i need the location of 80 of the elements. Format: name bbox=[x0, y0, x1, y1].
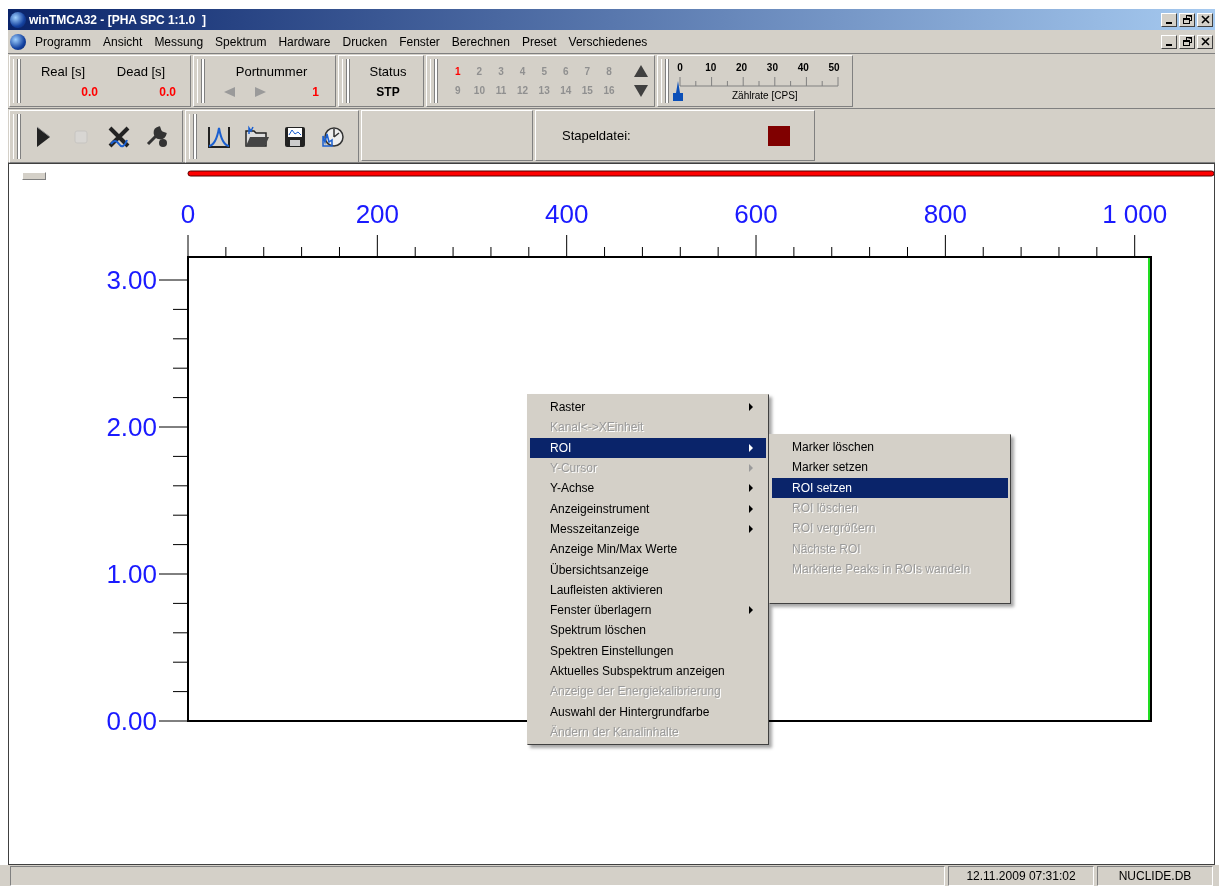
context-menu-item[interactable]: Auswahl der Hintergrundfarbe bbox=[530, 701, 766, 722]
submenu-item[interactable]: Marker setzen bbox=[772, 457, 1008, 478]
minimize-icon bbox=[1166, 43, 1172, 46]
document-icon bbox=[10, 33, 26, 50]
x-axis-label: 400 bbox=[545, 199, 589, 229]
port-number: 1 bbox=[312, 84, 319, 99]
gauge-scale-label: 20 bbox=[735, 62, 749, 73]
submenu-item[interactable]: ROI setzen bbox=[772, 477, 1008, 498]
x-axis-label: 0 bbox=[180, 199, 196, 229]
context-menu-item[interactable]: Aktuelles Subspektrum anzeigen bbox=[530, 660, 766, 682]
context-menu-item[interactable]: Laufleisten aktivieren bbox=[530, 579, 766, 600]
dead-time-label: Dead [s] bbox=[116, 63, 166, 79]
context-menu-item[interactable]: Anzeige Min/Max Werte bbox=[530, 539, 766, 560]
grip-handle[interactable] bbox=[13, 59, 18, 103]
gauge-scale-label: 50 bbox=[827, 62, 841, 73]
grip-handle[interactable] bbox=[342, 59, 347, 103]
menu-item[interactable]: Messung bbox=[148, 34, 210, 49]
down-arrow-icon[interactable] bbox=[633, 85, 648, 97]
grip-handle[interactable] bbox=[13, 114, 18, 159]
context-menu-item[interactable]: Anzeigeinstrument bbox=[530, 498, 766, 519]
small-button[interactable] bbox=[22, 172, 46, 180]
minimize-button[interactable] bbox=[1161, 12, 1177, 27]
status-label: Status bbox=[369, 63, 407, 79]
submenu-item[interactable]: Marker löschen bbox=[772, 437, 1008, 458]
x-axis-label: 200 bbox=[355, 199, 400, 229]
grip-handle[interactable] bbox=[197, 59, 202, 103]
context-menu-item[interactable]: Raster bbox=[530, 397, 766, 418]
menu-item[interactable]: Ansicht bbox=[97, 34, 149, 49]
context-menu-item[interactable]: ROI bbox=[530, 437, 766, 458]
batch-file-label: Stapeldatei: bbox=[562, 128, 631, 143]
close-button[interactable] bbox=[1197, 12, 1213, 27]
menu-item[interactable]: Berechnen bbox=[445, 34, 516, 49]
context-menu-item[interactable]: Spektren Einstellungen bbox=[530, 640, 766, 661]
context-menu-item[interactable]: Fenster überlagern bbox=[530, 599, 766, 621]
status-value: STP bbox=[376, 84, 400, 99]
menu-item[interactable]: Fenster bbox=[393, 34, 446, 49]
gauge-scale-label: 10 bbox=[704, 62, 718, 73]
menu-item[interactable]: Spektrum bbox=[209, 34, 273, 49]
scroll-bar[interactable] bbox=[187, 170, 1214, 177]
restore-button[interactable] bbox=[1179, 34, 1195, 49]
x-axis-label: 1 000 bbox=[1102, 199, 1168, 229]
dead-time-value: 0.0 bbox=[159, 84, 177, 99]
context-menu-item[interactable]: Übersichtsanzeige bbox=[530, 559, 766, 580]
y-axis-label: 1.00 bbox=[106, 559, 157, 589]
status-text: NUCLIDE.DB bbox=[1097, 866, 1213, 886]
x-axis-label: 800 bbox=[923, 199, 968, 229]
app-icon bbox=[10, 11, 26, 28]
context-menu-item[interactable]: Messzeitanzeige bbox=[530, 518, 766, 540]
menu-item[interactable]: Drucken bbox=[336, 34, 394, 49]
menu-item[interactable]: Verschiedenes bbox=[562, 34, 654, 49]
grip-handle[interactable] bbox=[430, 59, 435, 103]
context-menu-item[interactable]: Y-Achse bbox=[530, 478, 766, 499]
context-menu-item[interactable]: Spektrum löschen bbox=[530, 620, 766, 641]
menu-item[interactable]: Preset bbox=[515, 34, 563, 49]
up-arrow-icon[interactable] bbox=[633, 65, 648, 77]
grip-handle[interactable] bbox=[189, 114, 194, 159]
gauge-label: Zählrate [CPS] bbox=[732, 90, 798, 101]
menu-item[interactable]: Hardware bbox=[272, 34, 337, 49]
y-axis-label: 2.00 bbox=[106, 412, 157, 442]
x-axis-label: 600 bbox=[734, 199, 778, 229]
grip-handle[interactable] bbox=[661, 59, 666, 103]
close-button[interactable] bbox=[1197, 34, 1213, 49]
real-time-label: Real [s] bbox=[40, 63, 86, 79]
wrench-icon bbox=[144, 123, 170, 150]
batch-indicator-icon bbox=[768, 125, 790, 146]
y-axis-label: 3.00 bbox=[106, 265, 157, 295]
port-label: Portnummer bbox=[235, 63, 308, 79]
status-text: 12.11.2009 07:31:02 bbox=[948, 866, 1094, 886]
gauge-scale-label: 30 bbox=[765, 62, 779, 73]
gauge-needle bbox=[672, 81, 684, 101]
real-time-value: 0.0 bbox=[81, 84, 99, 99]
gauge-scale-label: 0 bbox=[676, 62, 684, 73]
menu-item[interactable]: Programm bbox=[29, 34, 97, 49]
gauge-scale-label: 40 bbox=[796, 62, 810, 73]
minimize-button[interactable] bbox=[1161, 34, 1177, 49]
y-axis-label: 0.00 bbox=[106, 706, 157, 736]
folder-icon bbox=[244, 123, 270, 150]
minimize-icon bbox=[1166, 21, 1172, 24]
window-title: winTMCA32 - [PHA SPC 1:1.0 ] bbox=[29, 12, 206, 27]
restore-button[interactable] bbox=[1179, 12, 1195, 27]
